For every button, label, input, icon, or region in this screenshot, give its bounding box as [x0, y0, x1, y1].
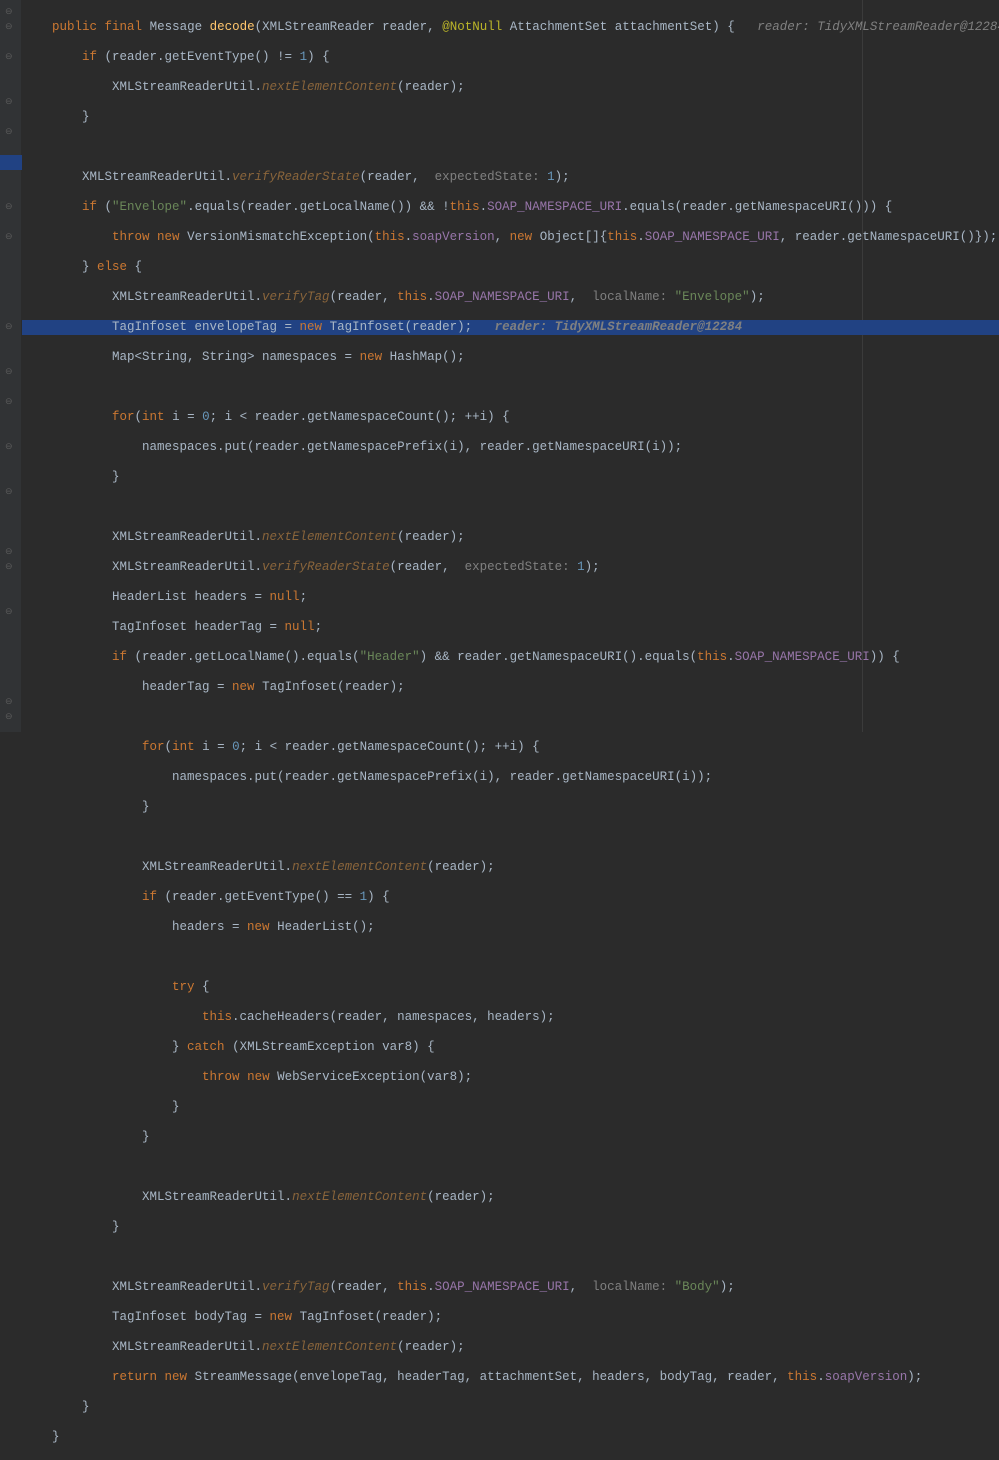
editor-gutter[interactable]: ⊖ ⊖ ⊖ ⊖ ⊖ ⊖ ⊖ ⊖ ⊖ ⊖ ⊖ ⊖ ⊖ ⊖ ⊖ ⊖ ⊖: [0, 0, 22, 732]
fold-icon[interactable]: ⊖: [5, 440, 13, 455]
code-line[interactable]: [22, 1160, 999, 1175]
code-line[interactable]: }: [22, 1130, 999, 1145]
code-line[interactable]: }: [22, 110, 999, 125]
fold-icon[interactable]: ⊖: [5, 485, 13, 500]
fold-icon[interactable]: ⊖: [5, 200, 13, 215]
code-line[interactable]: this.cacheHeaders(reader, namespaces, he…: [22, 1010, 999, 1025]
code-line[interactable]: XMLStreamReaderUtil.verifyTag(reader, th…: [22, 290, 999, 305]
fold-icon[interactable]: ⊖: [5, 50, 13, 65]
code-line[interactable]: TagInfoset bodyTag = new TagInfoset(read…: [22, 1310, 999, 1325]
code-line[interactable]: XMLStreamReaderUtil.nextElementContent(r…: [22, 860, 999, 875]
code-line[interactable]: throw new VersionMismatchException(this.…: [22, 230, 999, 245]
code-line[interactable]: for(int i = 0; i < reader.getNamespaceCo…: [22, 410, 999, 425]
code-line[interactable]: if ("Envelope".equals(reader.getLocalNam…: [22, 200, 999, 215]
current-line[interactable]: TagInfoset envelopeTag = new TagInfoset(…: [22, 320, 999, 335]
current-line-gutter: [0, 155, 22, 170]
code-line[interactable]: [22, 500, 999, 515]
fold-icon[interactable]: ⊖: [5, 125, 13, 140]
code-line[interactable]: for(int i = 0; i < reader.getNamespaceCo…: [22, 740, 999, 755]
code-line[interactable]: }: [22, 470, 999, 485]
code-line[interactable]: XMLStreamReaderUtil.verifyTag(reader, th…: [22, 1280, 999, 1295]
fold-icon[interactable]: ⊖: [5, 5, 13, 20]
code-line[interactable]: HeaderList headers = null;: [22, 590, 999, 605]
fold-icon[interactable]: ⊖: [5, 95, 13, 110]
code-line[interactable]: }: [22, 1220, 999, 1235]
code-line[interactable]: throw new WebServiceException(var8);: [22, 1070, 999, 1085]
code-line[interactable]: if (reader.getEventType() == 1) {: [22, 890, 999, 905]
code-line[interactable]: XMLStreamReaderUtil.nextElementContent(r…: [22, 1190, 999, 1205]
fold-icon[interactable]: ⊖: [5, 545, 13, 560]
code-line[interactable]: [22, 830, 999, 845]
code-line[interactable]: public final Message decode(XMLStreamRea…: [22, 20, 999, 35]
code-line[interactable]: [22, 380, 999, 395]
code-line[interactable]: } catch (XMLStreamException var8) {: [22, 1040, 999, 1055]
code-line[interactable]: headerTag = new TagInfoset(reader);: [22, 680, 999, 695]
fold-icon[interactable]: ⊖: [5, 320, 13, 335]
code-line[interactable]: [22, 710, 999, 725]
fold-icon[interactable]: ⊖: [5, 230, 13, 245]
code-line[interactable]: XMLStreamReaderUtil.verifyReaderState(re…: [22, 560, 999, 575]
code-line[interactable]: XMLStreamReaderUtil.nextElementContent(r…: [22, 530, 999, 545]
code-line[interactable]: namespaces.put(reader.getNamespacePrefix…: [22, 770, 999, 785]
code-line[interactable]: }: [22, 1400, 999, 1415]
code-line[interactable]: XMLStreamReaderUtil.nextElementContent(r…: [22, 80, 999, 95]
code-line[interactable]: if (reader.getEventType() != 1) {: [22, 50, 999, 65]
code-line[interactable]: [22, 1250, 999, 1265]
code-line[interactable]: try {: [22, 980, 999, 995]
code-line[interactable]: }: [22, 1430, 999, 1445]
code-line[interactable]: return new StreamMessage(envelopeTag, he…: [22, 1370, 999, 1385]
fold-icon[interactable]: ⊖: [5, 560, 13, 575]
fold-icon[interactable]: ⊖: [5, 20, 13, 35]
code-line[interactable]: headers = new HeaderList();: [22, 920, 999, 935]
fold-icon[interactable]: ⊖: [5, 395, 13, 410]
code-line[interactable]: XMLStreamReaderUtil.verifyReaderState(re…: [22, 170, 999, 185]
code-editor[interactable]: public final Message decode(XMLStreamRea…: [22, 0, 999, 1460]
code-line[interactable]: }: [22, 800, 999, 815]
code-line[interactable]: XMLStreamReaderUtil.nextElementContent(r…: [22, 1340, 999, 1355]
code-line[interactable]: namespaces.put(reader.getNamespacePrefix…: [22, 440, 999, 455]
fold-icon[interactable]: ⊖: [5, 605, 13, 620]
code-line[interactable]: if (reader.getLocalName().equals("Header…: [22, 650, 999, 665]
code-line[interactable]: }: [22, 1100, 999, 1115]
fold-icon[interactable]: ⊖: [5, 710, 13, 725]
code-line[interactable]: } else {: [22, 260, 999, 275]
code-line[interactable]: [22, 140, 999, 155]
fold-icon[interactable]: ⊖: [5, 365, 13, 380]
code-line[interactable]: TagInfoset headerTag = null;: [22, 620, 999, 635]
code-line[interactable]: [22, 950, 999, 965]
code-line[interactable]: Map<String, String> namespaces = new Has…: [22, 350, 999, 365]
fold-icon[interactable]: ⊖: [5, 695, 13, 710]
